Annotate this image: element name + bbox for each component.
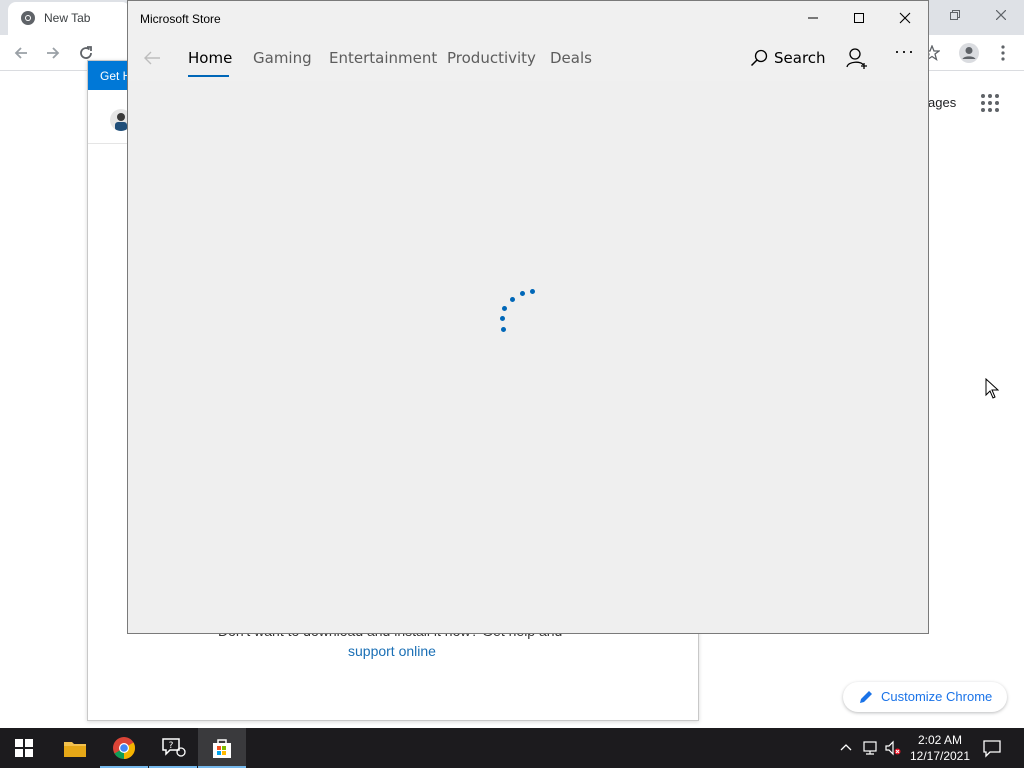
vertical-dots-icon [1001, 45, 1005, 61]
chrome-icon [113, 737, 135, 759]
svg-text:?: ? [169, 741, 174, 751]
action-center-icon[interactable] [982, 738, 1002, 758]
reload-icon [80, 46, 92, 59]
minimize-button[interactable] [790, 1, 836, 35]
customize-chrome-button[interactable]: Customize Chrome [843, 682, 1007, 712]
get-help-icon: ? [162, 738, 186, 757]
store-nav-bar: Home Gaming Entertainment Productivity D… [128, 35, 928, 81]
minimize-icon [808, 17, 818, 19]
store-window-title: Microsoft Store [140, 12, 221, 26]
chrome-menu-button[interactable] [990, 40, 1016, 66]
start-button[interactable] [0, 728, 48, 768]
forward-button[interactable] [40, 40, 66, 66]
system-clock[interactable]: 2:02 AM 12/17/2021 [905, 732, 975, 764]
chevron-up-icon[interactable] [838, 740, 854, 756]
profile-button[interactable] [956, 40, 982, 66]
store-content-area [128, 81, 928, 633]
close-button[interactable] [882, 1, 928, 35]
back-button[interactable] [8, 40, 34, 66]
store-titlebar: Microsoft Store [128, 1, 928, 35]
search-icon [750, 49, 768, 67]
close-icon [899, 12, 911, 24]
windows-logo-icon [15, 739, 33, 757]
microsoft-store-window: Microsoft Store Home Gaming Entertainmen… [127, 0, 929, 634]
back-arrow-icon[interactable] [142, 48, 162, 68]
get-help-support-link[interactable]: support online [348, 643, 436, 659]
active-tab-indicator [188, 75, 229, 77]
tab-home[interactable]: Home [188, 49, 232, 67]
taskbar-get-help[interactable]: ? [149, 728, 197, 768]
arrow-right-icon [47, 47, 60, 59]
tab-deals[interactable]: Deals [550, 49, 592, 67]
chrome-tab-new-tab[interactable]: New Tab [8, 2, 130, 35]
file-explorer-icon [64, 742, 86, 757]
images-link[interactable]: ages [928, 95, 956, 110]
network-icon[interactable] [862, 740, 878, 756]
chrome-icon [21, 11, 35, 25]
chrome-tab-title: New Tab [44, 11, 91, 25]
taskbar-microsoft-store[interactable] [198, 728, 246, 768]
mouse-cursor-icon [985, 378, 999, 399]
maximize-button[interactable] [836, 1, 882, 35]
close-icon [995, 9, 1007, 21]
more-options-button[interactable]: ··· [894, 41, 915, 62]
customize-chrome-label: Customize Chrome [881, 689, 993, 704]
profile-avatar-icon [959, 43, 979, 63]
sign-in-account-icon[interactable] [845, 46, 869, 70]
clock-time: 2:02 AM [917, 733, 963, 747]
restore-icon [950, 10, 960, 20]
search-label: Search [774, 49, 826, 67]
clock-date: 12/17/2021 [909, 749, 971, 763]
google-apps-icon[interactable] [981, 94, 999, 112]
maximize-icon [854, 13, 864, 23]
loading-spinner-icon [496, 287, 540, 332]
tab-productivity[interactable]: Productivity [447, 49, 536, 67]
chrome-restore-button[interactable] [940, 4, 970, 28]
taskbar-file-explorer[interactable] [51, 728, 99, 768]
microsoft-store-icon [213, 739, 231, 758]
arrow-left-icon [14, 47, 27, 59]
taskbar-chrome[interactable] [100, 728, 148, 768]
chrome-close-button[interactable] [986, 4, 1016, 28]
tab-gaming[interactable]: Gaming [253, 49, 312, 67]
tab-entertainment[interactable]: Entertainment [329, 49, 437, 67]
volume-muted-icon[interactable] [885, 740, 901, 756]
pencil-icon [860, 691, 872, 703]
taskbar: ? 2:02 AM 12/17/2021 [0, 728, 1024, 768]
